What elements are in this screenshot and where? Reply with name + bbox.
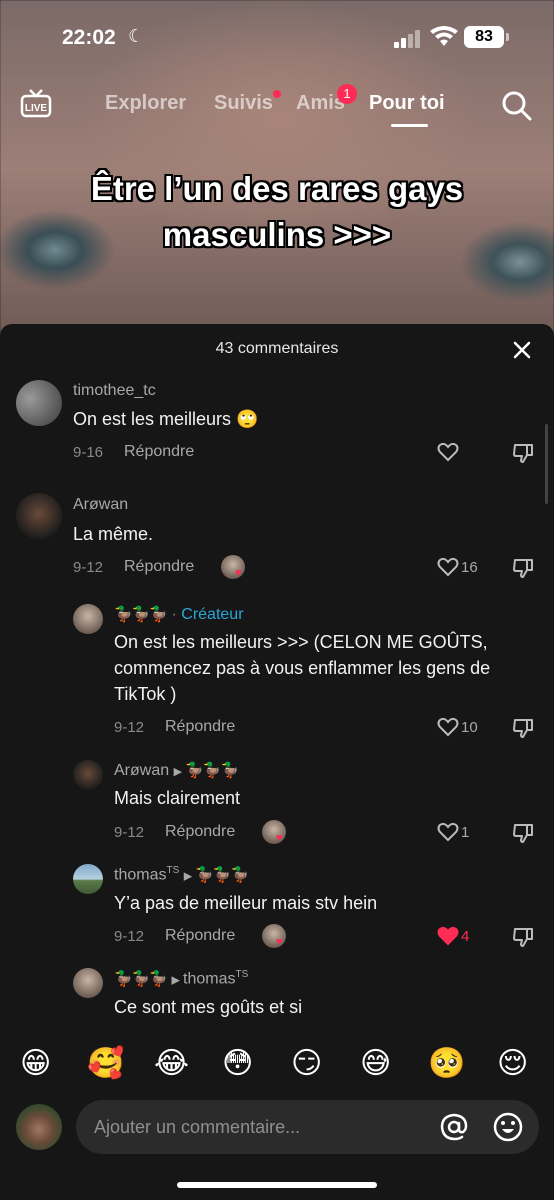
like-heart-icon[interactable] [437, 822, 459, 842]
comment-username[interactable]: Arøwan ▶ 🦆🦆🦆 [114, 761, 239, 780]
creator-liked-heart-icon: ♥ [235, 567, 242, 579]
wifi-icon [430, 26, 458, 46]
close-icon[interactable] [512, 340, 532, 360]
svg-text:LIVE: LIVE [25, 103, 48, 114]
reply-target: 🦆🦆🦆 [185, 762, 239, 779]
amis-badge: 1 [337, 84, 357, 104]
emoji-button[interactable]: 😅 [360, 1044, 391, 1084]
dislike-icon[interactable] [512, 717, 534, 739]
clock: 22:02 [62, 26, 116, 49]
comment-text-line-2: commencez pas à vous enflammer les gens … [114, 658, 491, 678]
emoji-button[interactable]: 😳 [222, 1044, 253, 1084]
emoji-button[interactable]: 😂 [154, 1044, 189, 1084]
dislike-icon[interactable] [512, 926, 534, 948]
like-heart-icon[interactable] [437, 717, 459, 737]
comment-username[interactable]: thomasTS ▶ 🦆🦆🦆 [114, 865, 249, 884]
suivis-notification-dot [273, 90, 281, 98]
comment-date: 9-16 [73, 444, 104, 461]
tab-explorer[interactable]: Explorer [105, 92, 186, 115]
emoji-button[interactable]: 😌 [497, 1044, 528, 1084]
creator-liked-heart-icon: ♥ [276, 832, 283, 844]
creator-tag: Créateur [181, 606, 244, 623]
username-superscript: TS [166, 865, 180, 876]
reply-button[interactable]: Répondre [165, 718, 235, 736]
comment-text: La même. [73, 524, 154, 544]
comments-count: 43 commentaires [215, 340, 339, 357]
caption-line-1: Être l’un des rares gays [90, 170, 464, 207]
like-count: 16 [461, 559, 478, 576]
duck-emoji-username: 🦆🦆🦆 [114, 606, 168, 623]
emoji-button[interactable]: 🥰 [87, 1044, 124, 1084]
reply-author: 🦆🦆🦆 [114, 970, 168, 988]
emoji-button[interactable]: 😁 [20, 1044, 51, 1084]
liked-heart-icon[interactable] [437, 926, 459, 946]
mention-at-icon[interactable] [440, 1113, 468, 1141]
reply-arrow-icon: ▶ [171, 974, 183, 987]
search-icon[interactable] [501, 90, 533, 122]
username-superscript: TS [235, 969, 249, 980]
comment-date: 9-12 [73, 559, 104, 576]
creator-liked-heart-icon: ♥ [276, 936, 283, 948]
comment-text-line-1: On est les meilleurs >>> (CELON ME GOÛTS… [114, 632, 488, 652]
avatar[interactable] [73, 968, 103, 998]
emoji-picker-icon[interactable] [492, 1111, 524, 1143]
reply-button[interactable]: Répondre [124, 558, 194, 576]
comment-date: 9-12 [114, 719, 145, 736]
tab-pour-toi[interactable]: Pour toi [369, 92, 445, 115]
tab-suivis[interactable]: Suivis [214, 92, 273, 115]
comment-text: Ce sont mes goûts et si [114, 997, 303, 1017]
comment-date: 9-12 [114, 824, 145, 841]
cellular-signal-icon [394, 30, 422, 48]
comment-date: 9-12 [114, 928, 145, 945]
reply-arrow-icon: ▶ [183, 870, 196, 883]
active-tab-indicator [391, 124, 428, 127]
reply-button[interactable]: Répondre [124, 443, 194, 461]
reply-arrow-icon: ▶ [173, 766, 186, 778]
emoji-button[interactable]: 😏 [291, 1044, 322, 1084]
reply-author: thomas [114, 866, 167, 884]
comment-text-line-3: TikTok ) [114, 684, 177, 704]
comment-text: On est les meilleurs 🙄 [73, 409, 259, 429]
comment-username[interactable]: Arøwan [73, 496, 128, 514]
avatar[interactable] [73, 760, 103, 790]
dislike-icon[interactable] [512, 557, 534, 579]
reply-button[interactable]: Répondre [165, 927, 235, 945]
comment-text: Mais clairement [114, 788, 241, 808]
comment-input[interactable] [94, 1100, 424, 1154]
comment-username[interactable]: 🦆🦆🦆 ▶ thomasTS [114, 969, 248, 988]
comment-username[interactable]: 🦆🦆🦆 · Créateur [114, 605, 244, 624]
caption-line-2: masculins >>> [162, 216, 392, 253]
top-navigation: LIVE Explorer Suivis Amis 1 Pour toi [0, 84, 554, 128]
emoji-button[interactable]: 🥺 [428, 1044, 465, 1084]
avatar[interactable] [16, 493, 62, 539]
battery-indicator: 83 [464, 26, 509, 48]
like-heart-icon[interactable] [437, 442, 459, 462]
emoji-quick-bar: 😁 🥰 😂 😳 😏 😅 🥺 😌 [0, 1044, 554, 1084]
live-icon[interactable]: LIVE [20, 88, 52, 120]
like-count: 4 [461, 928, 470, 945]
like-count: 10 [461, 719, 478, 736]
focus-moon-icon: ☾ [128, 26, 145, 46]
reply-target: thomas [183, 970, 236, 988]
scrollbar[interactable] [545, 424, 548, 504]
like-count: 1 [461, 824, 470, 841]
reply-button[interactable]: Répondre [165, 823, 235, 841]
dislike-icon[interactable] [512, 822, 534, 844]
avatar[interactable] [73, 864, 103, 894]
my-avatar[interactable] [16, 1104, 62, 1150]
status-bar: 22:02 ☾ 83 [0, 18, 554, 58]
reply-target: 🦆🦆🦆 [195, 866, 249, 884]
video-caption-overlay: Être l’un des rares gays masculins >>> [0, 166, 554, 258]
comment-input-container[interactable] [76, 1100, 539, 1154]
avatar[interactable] [16, 380, 62, 426]
avatar[interactable] [73, 604, 103, 634]
comment-username[interactable]: timothee_tc [73, 382, 156, 400]
dislike-icon[interactable] [512, 442, 534, 464]
comment-composer [0, 1100, 554, 1156]
comment-text: Y’a pas de meilleur mais stv hein [114, 893, 378, 913]
like-heart-icon[interactable] [437, 557, 459, 577]
home-indicator[interactable] [177, 1182, 377, 1188]
reply-author: Arøwan [114, 762, 170, 779]
